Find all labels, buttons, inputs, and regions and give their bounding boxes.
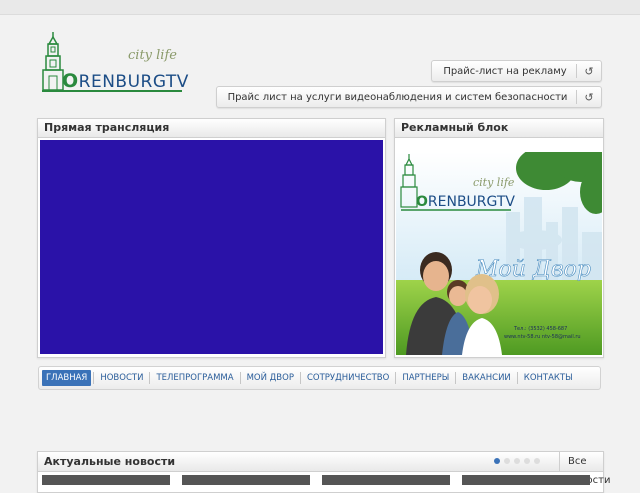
ad-tagline: city life [473,176,515,189]
news-thumbnail[interactable] [462,475,590,485]
svg-text:ORENBURGTV: ORENBURGTV [416,194,515,210]
nav-item-contacts[interactable]: КОНТАКТЫ [518,373,579,383]
news-pager[interactable] [494,458,540,464]
price-list-ads-button[interactable]: Прайс-лист на рекламу ↺ [431,60,602,82]
nav-item-my-yard[interactable]: МОЙ ДВОР [241,373,300,383]
news-panel: Актуальные новости Все новости [37,451,611,493]
site-logo[interactable]: city life ORENBURGTV [40,32,190,94]
live-stream-panel: Прямая трансляция [37,118,386,358]
live-stream-title: Прямая трансляция [38,119,385,138]
pager-dot[interactable] [524,458,530,464]
pager-dot[interactable] [504,458,510,464]
price-list-video-button[interactable]: Прайс лист на услуги видеонаблюдения и с… [216,86,602,108]
logo-wordmark-rest: RENBURGTV [78,72,189,92]
news-thumbnails [42,475,590,485]
all-news-link[interactable]: Все новости [559,452,611,486]
logo-underline [42,90,182,92]
nav-item-home[interactable]: ГЛАВНАЯ [42,370,92,386]
video-player[interactable] [40,140,383,354]
ad-block-panel: Рекламный блок city life ORENBURGTV Мой … [394,118,604,358]
main-nav: ГЛАВНАЯ НОВОСТИ ТЕЛЕПРОГРАММА МОЙ ДВОР С… [38,366,601,390]
top-bar [0,0,640,15]
ad-brand-first: O [416,194,428,210]
ad-contact-web: www.ntv-58.ru ntv-58@mail.ru [504,334,581,340]
pager-dot[interactable] [514,458,520,464]
refresh-icon: ↺ [584,64,594,78]
price-list-ads-label: Прайс-лист на рекламу [443,65,567,77]
pager-dot[interactable] [494,458,500,464]
ad-brand-rest: RENBURGTV [428,194,516,210]
refresh-icon: ↺ [584,90,594,104]
logo-tagline: city life [128,48,177,63]
nav-item-news[interactable]: НОВОСТИ [94,373,149,383]
logo-wordmark: ORENBURGTV [62,70,189,92]
ad-block-title: Рекламный блок [395,119,603,138]
nav-item-cooperation[interactable]: СОТРУДНИЧЕСТВО [301,373,395,383]
ad-contact-phone: Тел.: (3532) 458-687 [513,326,567,332]
news-thumbnail[interactable] [182,475,310,485]
news-thumbnail[interactable] [42,475,170,485]
nav-item-tv-program[interactable]: ТЕЛЕПРОГРАММА [150,373,239,383]
logo-wordmark-first: O [62,70,79,92]
pager-dot[interactable] [534,458,540,464]
news-thumbnail[interactable] [322,475,450,485]
ad-banner-image: city life ORENBURGTV Мой Двор Тел.: (353… [396,152,602,355]
price-list-video-label: Прайс лист на услуги видеонаблюдения и с… [227,91,568,103]
nav-item-partners[interactable]: ПАРТНЕРЫ [396,373,455,383]
nav-item-vacancies[interactable]: ВАКАНСИИ [456,373,517,383]
ad-banner[interactable]: city life ORENBURGTV Мой Двор Тел.: (353… [396,152,602,355]
